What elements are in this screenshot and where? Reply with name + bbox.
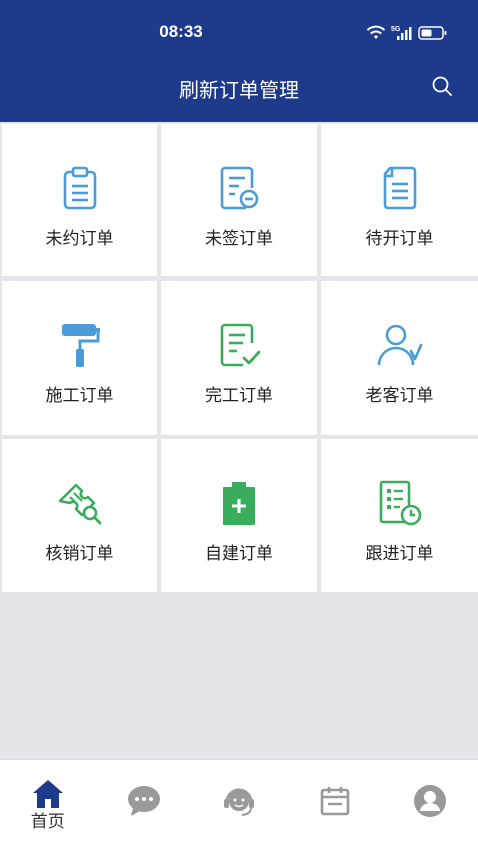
search-button[interactable] [430, 74, 454, 98]
clipboard-icon [63, 166, 96, 210]
search-icon [432, 76, 452, 96]
tile-verified-orders[interactable]: 核销订单 [2, 439, 157, 592]
tab-messages[interactable] [96, 760, 192, 850]
document-icon [383, 166, 416, 210]
tile-label: 跟进订单 [365, 544, 434, 564]
headset-icon [223, 788, 254, 816]
tile-unsigned-orders[interactable]: 未签订单 [161, 124, 317, 276]
user-icon [413, 785, 446, 817]
tile-construction-orders[interactable]: 施工订单 [2, 281, 157, 435]
paint-roller-icon [61, 324, 100, 367]
tab-label: 首页 [30, 812, 65, 832]
tab-customer-service[interactable] [191, 760, 287, 850]
clipboard-plus-icon [223, 482, 255, 525]
status-time: 08:33 [159, 22, 203, 41]
tile-self-created-orders[interactable]: 自建订单 [161, 439, 317, 592]
document-minus-icon [220, 166, 259, 210]
tile-label: 完工订单 [205, 386, 273, 406]
tile-unscheduled-orders[interactable]: 未约订单 [2, 124, 157, 276]
status-bar: 08:33 5G [0, 0, 478, 64]
bottom-tab-bar: 首页 [0, 759, 478, 850]
calendar-icon [320, 787, 350, 816]
tile-label: 待开订单 [365, 229, 434, 249]
network-label: 5G [391, 26, 401, 33]
wifi-icon [366, 25, 386, 39]
tile-pending-orders[interactable]: 待开订单 [321, 124, 478, 276]
tab-calendar[interactable] [287, 760, 383, 850]
battery-icon [418, 26, 447, 40]
tile-label: 未签订单 [205, 229, 273, 249]
chat-icon [127, 786, 160, 816]
list-clock-icon [379, 480, 421, 526]
tile-completed-orders[interactable]: 完工订单 [161, 281, 317, 435]
ticket-search-icon [58, 483, 101, 525]
page-title: 刷新订单管理 [179, 78, 299, 102]
document-check-icon [220, 323, 261, 367]
tile-returning-customer-orders[interactable]: 老客订单 [321, 281, 478, 435]
tile-label: 核销订单 [45, 544, 114, 564]
tile-label: 未约订单 [45, 229, 114, 249]
tile-label: 老客订单 [365, 386, 434, 406]
user-check-icon [377, 324, 422, 366]
tile-label: 施工订单 [45, 386, 114, 406]
tile-follow-up-orders[interactable]: 跟进订单 [321, 439, 478, 592]
tab-profile[interactable] [382, 760, 478, 850]
tile-label: 自建订单 [205, 544, 273, 564]
order-grid: 未约订单 未签订单 待开订单 施工订单 完工订单 老客订单 核销订单 自建订单 … [0, 122, 478, 593]
app-header: 刷新订单管理 [0, 64, 478, 122]
status-icons: 5G [366, 23, 448, 43]
tab-home[interactable]: 首页 [0, 760, 96, 850]
cellular-signal-icon: 5G [391, 26, 412, 40]
